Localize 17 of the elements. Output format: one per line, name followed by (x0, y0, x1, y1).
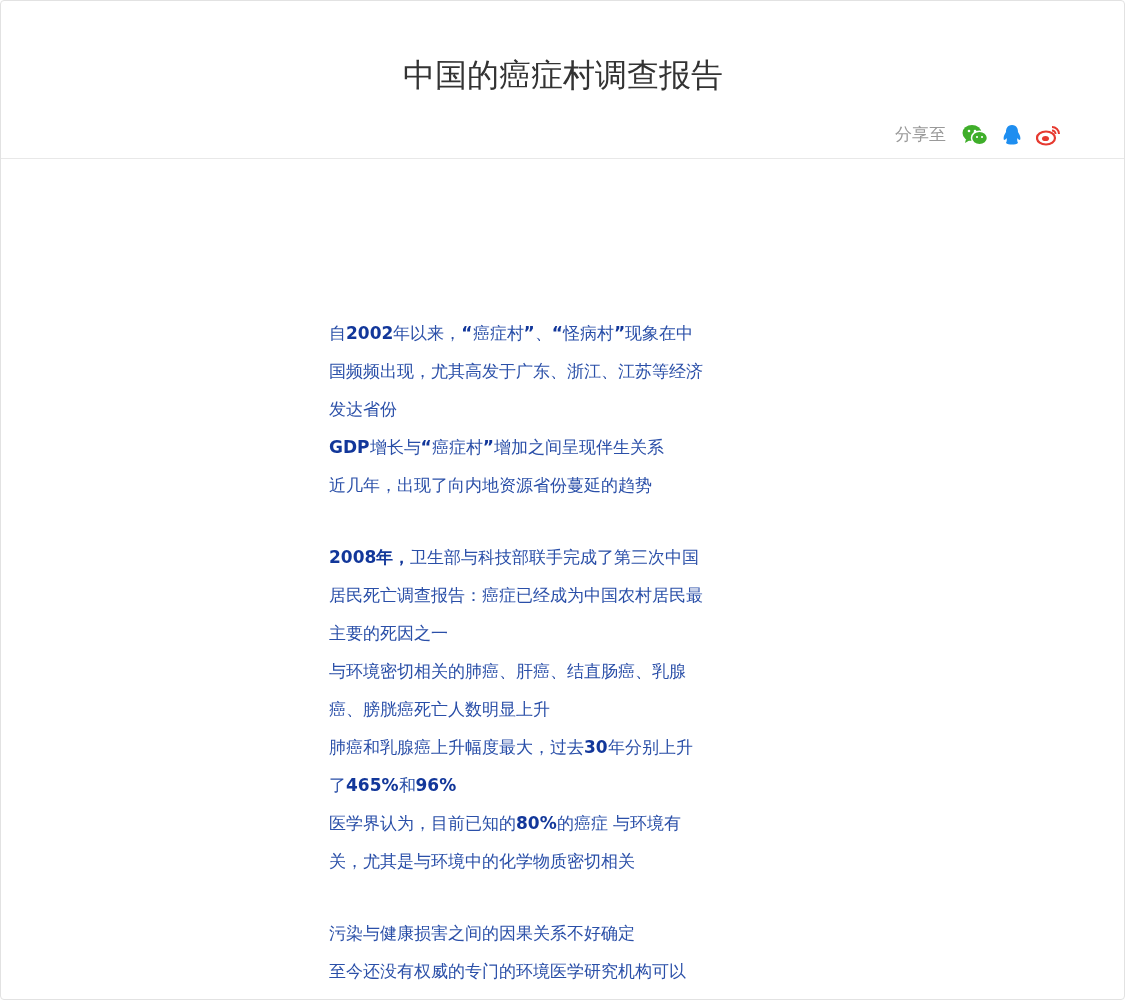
paragraph: 至今还没有权威的专门的环境医学研究机构可以 (329, 960, 687, 983)
share-button[interactable] (962, 123, 988, 146)
paragraph: 与环境密切相关的肺癌、肝癌、结直肠癌、乳腺癌、膀胱癌死亡人数明显上升 (329, 660, 687, 721)
penguin-icon (1002, 123, 1022, 146)
paragraph: 近几年，出现了向内地资源省份蔓延的趋势 (329, 474, 653, 497)
paragraph: 医学界认为，目前已知的80%的癌症 与环境有关，尤其是与环境中的化学物质密切相关 (329, 812, 683, 873)
article-title: 中国的癌症村调查报告 (402, 55, 723, 96)
chat-bubbles-icon (962, 123, 988, 146)
eye-swirl-icon (1036, 123, 1062, 146)
share-label: 分享至 (895, 123, 946, 146)
paragraph: 2008年，卫生部与科技部联手完成了第三次中国居民死亡调查报告：癌症已经成为中国农村居民最主要的死因之一 (329, 546, 704, 645)
share-button[interactable] (1036, 123, 1062, 146)
share-button[interactable] (1002, 123, 1022, 146)
paragraph: 肺癌和乳腺癌上升幅度最大，过去30年分别上升了465%和96% (329, 736, 694, 797)
paragraph: 自2002年以来，“癌症村”、“怪病村”现象在中国频频出现，尤其高发于广东、浙江、江苏等经济发达省份 (329, 322, 704, 421)
paragraph: 污染与健康损害之间的因果关系不好确定 (329, 922, 636, 945)
paragraph: GDP增长与“癌症村”增加之间呈现伴生关系 (329, 436, 665, 459)
